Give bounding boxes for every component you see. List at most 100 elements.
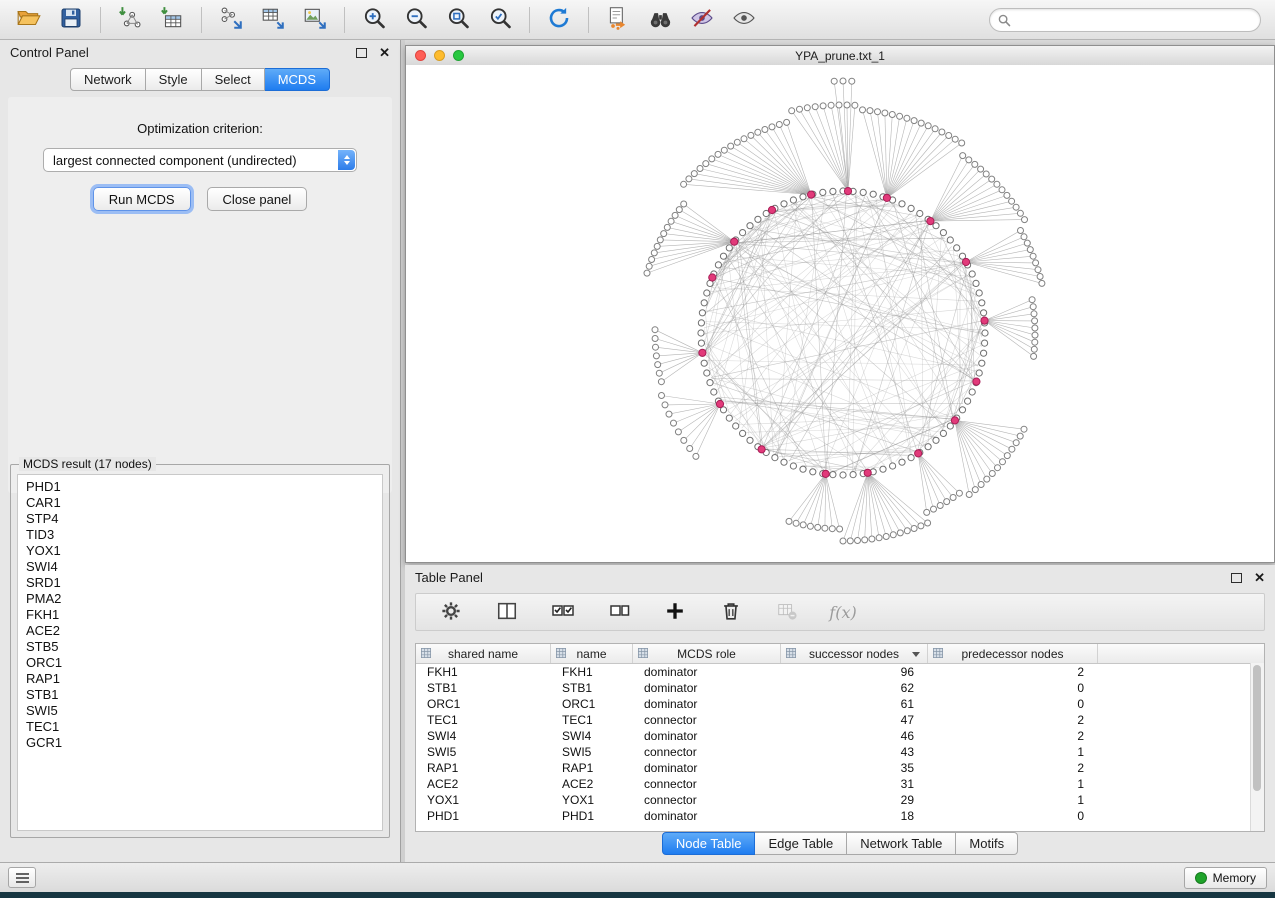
- leaf-node[interactable]: [989, 176, 995, 182]
- leaf-node[interactable]: [918, 120, 924, 126]
- leaf-node[interactable]: [925, 123, 931, 129]
- network-node[interactable]: [747, 223, 753, 229]
- leaf-node[interactable]: [681, 181, 687, 187]
- dominator-node[interactable]: [927, 218, 934, 225]
- leaf-node[interactable]: [1004, 453, 1010, 459]
- search-binoculars-button[interactable]: [642, 4, 678, 36]
- leaf-node[interactable]: [807, 523, 813, 529]
- leaf-node[interactable]: [659, 393, 665, 399]
- network-node[interactable]: [933, 223, 939, 229]
- network-node[interactable]: [880, 466, 886, 472]
- network-node[interactable]: [890, 463, 896, 469]
- leaf-node[interactable]: [1032, 339, 1038, 345]
- leaf-node[interactable]: [1029, 297, 1035, 303]
- leaf-node[interactable]: [937, 503, 943, 509]
- leaf-node[interactable]: [741, 136, 747, 142]
- leaf-node[interactable]: [978, 166, 984, 172]
- table-cell[interactable]: dominator: [633, 697, 781, 711]
- float-panel-icon[interactable]: [356, 48, 367, 58]
- network-node[interactable]: [698, 340, 704, 346]
- leaf-node[interactable]: [867, 108, 873, 114]
- network-node[interactable]: [982, 330, 988, 336]
- clone-network-button[interactable]: [600, 4, 636, 36]
- leaf-node[interactable]: [691, 171, 697, 177]
- network-node[interactable]: [698, 320, 704, 326]
- dominator-node[interactable]: [915, 450, 922, 457]
- network-window-titlebar[interactable]: YPA_prune.txt_1: [406, 46, 1274, 66]
- leaf-node[interactable]: [800, 522, 806, 528]
- leaf-node[interactable]: [651, 250, 657, 256]
- leaf-node[interactable]: [649, 257, 655, 263]
- table-cell[interactable]: YOX1: [416, 793, 551, 807]
- import-network-button[interactable]: [112, 4, 148, 36]
- leaf-node[interactable]: [904, 115, 910, 121]
- delete-table-button[interactable]: [769, 596, 805, 628]
- leaf-node[interactable]: [652, 327, 658, 333]
- network-node[interactable]: [781, 459, 787, 465]
- table-cell[interactable]: 61: [781, 697, 928, 711]
- network-node[interactable]: [800, 194, 806, 200]
- leaf-node[interactable]: [1033, 260, 1039, 266]
- show-graphics-details-button[interactable]: [726, 4, 762, 36]
- leaf-node[interactable]: [932, 126, 938, 132]
- column-header-name[interactable]: name: [551, 644, 633, 663]
- network-node[interactable]: [726, 415, 732, 421]
- task-history-button[interactable]: [8, 867, 36, 888]
- leaf-node[interactable]: [1032, 332, 1038, 338]
- table-cell[interactable]: 1: [928, 745, 1098, 759]
- table-settings-button[interactable]: [433, 596, 469, 628]
- mcds-result-item[interactable]: FKH1: [18, 607, 382, 623]
- leaf-node[interactable]: [831, 78, 837, 84]
- mcds-result-item[interactable]: SWI5: [18, 703, 382, 719]
- dominator-node[interactable]: [758, 446, 765, 453]
- leaf-node[interactable]: [995, 465, 1001, 471]
- leaf-node[interactable]: [1009, 446, 1015, 452]
- dominator-node[interactable]: [844, 188, 851, 195]
- leaf-node[interactable]: [1027, 247, 1033, 253]
- leaf-node[interactable]: [693, 453, 699, 459]
- network-node[interactable]: [772, 455, 778, 461]
- network-node[interactable]: [747, 437, 753, 443]
- mcds-result-item[interactable]: RAP1: [18, 671, 382, 687]
- network-node[interactable]: [755, 216, 761, 222]
- zoom-selected-button[interactable]: [482, 4, 518, 36]
- leaf-node[interactable]: [876, 535, 882, 541]
- tab-mcds[interactable]: MCDS: [265, 68, 330, 91]
- table-cell[interactable]: SWI5: [551, 745, 633, 759]
- dominator-node[interactable]: [768, 206, 775, 213]
- network-node[interactable]: [965, 398, 971, 404]
- mcds-result-item[interactable]: PHD1: [18, 479, 382, 495]
- leaf-node[interactable]: [681, 201, 687, 207]
- mcds-result-item[interactable]: GCR1: [18, 735, 382, 751]
- leaf-node[interactable]: [978, 482, 984, 488]
- leaf-node[interactable]: [1032, 325, 1038, 331]
- refresh-view-button[interactable]: [541, 4, 577, 36]
- leaf-node[interactable]: [662, 402, 668, 408]
- leaf-node[interactable]: [1009, 198, 1015, 204]
- mcds-result-item[interactable]: STB1: [18, 687, 382, 703]
- table-cell[interactable]: dominator: [633, 729, 781, 743]
- leaf-node[interactable]: [889, 112, 895, 118]
- network-node[interactable]: [870, 191, 876, 197]
- network-node[interactable]: [711, 389, 717, 395]
- leaf-node[interactable]: [762, 127, 768, 133]
- network-node[interactable]: [979, 300, 985, 306]
- network-node[interactable]: [979, 360, 985, 366]
- leaf-node[interactable]: [715, 151, 721, 157]
- table-cell[interactable]: RAP1: [551, 761, 633, 775]
- column-header-successor-nodes[interactable]: successor nodes: [781, 644, 928, 663]
- leaf-node[interactable]: [748, 132, 754, 138]
- network-node[interactable]: [947, 423, 953, 429]
- leaf-node[interactable]: [653, 353, 659, 359]
- leaf-node[interactable]: [852, 102, 858, 108]
- leaf-node[interactable]: [860, 107, 866, 113]
- table-cell[interactable]: ACE2: [416, 777, 551, 791]
- table-cell[interactable]: 2: [928, 761, 1098, 775]
- network-node[interactable]: [704, 290, 710, 296]
- leaf-node[interactable]: [862, 537, 868, 543]
- dominator-node[interactable]: [951, 417, 958, 424]
- leaf-node[interactable]: [849, 78, 855, 84]
- table-cell[interactable]: TEC1: [551, 713, 633, 727]
- leaf-node[interactable]: [1037, 274, 1043, 280]
- memory-button[interactable]: Memory: [1184, 867, 1267, 889]
